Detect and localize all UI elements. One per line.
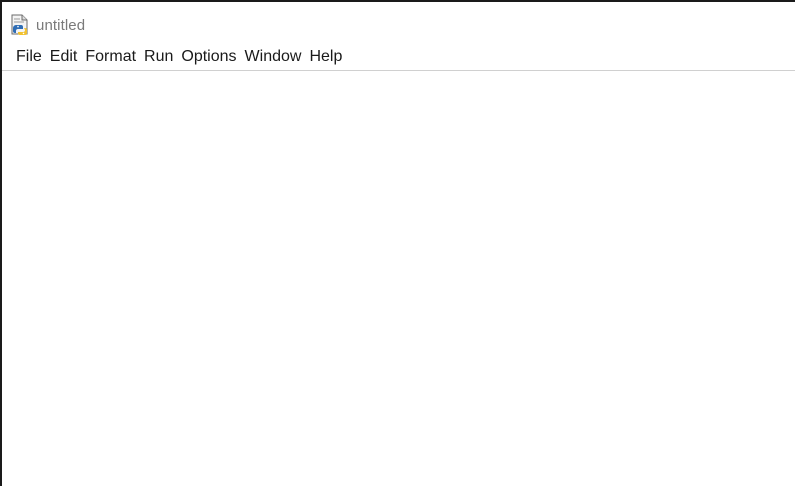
code-editor-area[interactable] bbox=[2, 71, 795, 486]
menu-options[interactable]: Options bbox=[178, 46, 239, 68]
menu-bar: File Edit Format Run Options Window Help bbox=[2, 45, 795, 69]
python-file-icon bbox=[10, 14, 30, 36]
window-title: untitled bbox=[36, 17, 86, 34]
menu-format[interactable]: Format bbox=[82, 46, 139, 68]
menu-run[interactable]: Run bbox=[141, 46, 176, 68]
menu-window[interactable]: Window bbox=[242, 46, 305, 68]
idle-editor-window: untitled File Edit Format Run Options Wi… bbox=[0, 0, 795, 486]
menu-help[interactable]: Help bbox=[306, 46, 345, 68]
menu-edit[interactable]: Edit bbox=[47, 46, 81, 68]
menu-file[interactable]: File bbox=[13, 46, 45, 68]
title-bar[interactable]: untitled bbox=[2, 2, 795, 42]
